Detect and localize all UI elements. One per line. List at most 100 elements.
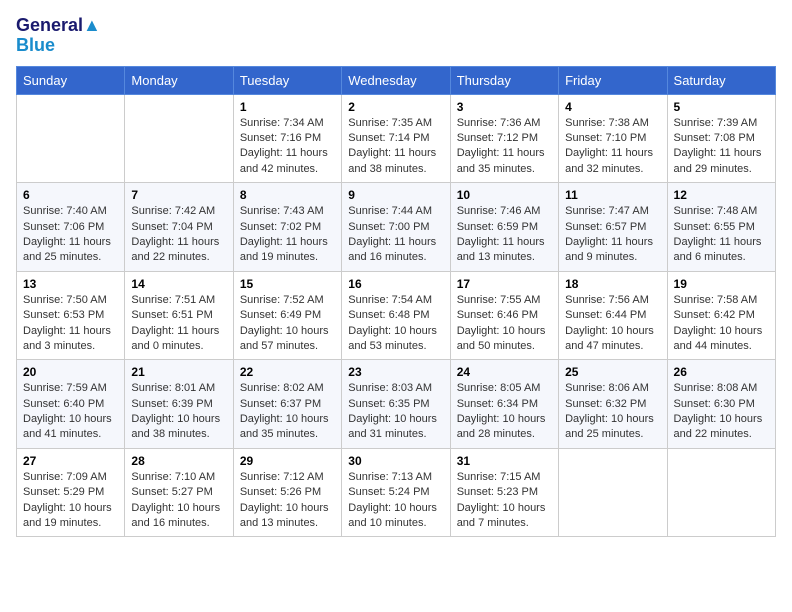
day-info: Sunrise: 7:54 AMSunset: 6:48 PMDaylight:… (348, 293, 443, 355)
calendar-cell: 16Sunrise: 7:54 AMSunset: 6:48 PMDayligh… (342, 271, 450, 360)
day-number: 21 (131, 365, 226, 379)
calendar-body: 1Sunrise: 7:34 AMSunset: 7:16 PMDaylight… (17, 94, 776, 537)
sunset-text: Sunset: 5:24 PM (348, 486, 429, 498)
day-info: Sunrise: 7:39 AMSunset: 7:08 PMDaylight:… (674, 116, 769, 178)
calendar-week-5: 27Sunrise: 7:09 AMSunset: 5:29 PMDayligh… (17, 448, 776, 537)
daylight-text: Daylight: 10 hours and 22 minutes. (674, 413, 763, 440)
sunrise-text: Sunrise: 7:09 AM (23, 471, 107, 483)
day-number: 6 (23, 188, 118, 202)
calendar-cell: 19Sunrise: 7:58 AMSunset: 6:42 PMDayligh… (667, 271, 775, 360)
sunrise-text: Sunrise: 7:50 AM (23, 294, 107, 306)
sunrise-text: Sunrise: 7:54 AM (348, 294, 432, 306)
calendar-week-3: 13Sunrise: 7:50 AMSunset: 6:53 PMDayligh… (17, 271, 776, 360)
sunrise-text: Sunrise: 7:15 AM (457, 471, 541, 483)
sunset-text: Sunset: 6:44 PM (565, 309, 646, 321)
sunrise-text: Sunrise: 7:47 AM (565, 205, 649, 217)
sunrise-text: Sunrise: 8:03 AM (348, 382, 432, 394)
day-number: 16 (348, 277, 443, 291)
day-info: Sunrise: 7:44 AMSunset: 7:00 PMDaylight:… (348, 204, 443, 266)
sunset-text: Sunset: 6:30 PM (674, 398, 755, 410)
day-info: Sunrise: 8:08 AMSunset: 6:30 PMDaylight:… (674, 381, 769, 443)
daylight-text: Daylight: 10 hours and 50 minutes. (457, 325, 546, 352)
day-number: 3 (457, 100, 552, 114)
calendar-cell: 14Sunrise: 7:51 AMSunset: 6:51 PMDayligh… (125, 271, 233, 360)
day-number: 19 (674, 277, 769, 291)
calendar-cell: 22 Sunrise: 8:02 AMSunset: 6:37 PMDayligh… (233, 360, 341, 449)
sunrise-text: Sunrise: 7:38 AM (565, 117, 649, 129)
sunset-text: Sunset: 6:51 PM (131, 309, 212, 321)
daylight-text: Daylight: 10 hours and 41 minutes. (23, 413, 112, 440)
day-info: Sunrise: 7:13 AMSunset: 5:24 PMDaylight:… (348, 470, 443, 532)
sunset-text: Sunset: 7:02 PM (240, 221, 321, 233)
weekday-header-row: SundayMondayTuesdayWednesdayThursdayFrid… (17, 66, 776, 94)
sunrise-text: Sunrise: 7:58 AM (674, 294, 758, 306)
sunset-text: Sunset: 7:06 PM (23, 221, 104, 233)
day-number: 9 (348, 188, 443, 202)
day-info: Sunrise: 7:55 AM Sunset: 6:46 PM Daylight:… (457, 293, 552, 355)
sunset-text: Sunset: 5:29 PM (23, 486, 104, 498)
sunrise-text: Sunrise: 7:43 AM (240, 205, 324, 217)
day-info: Sunrise: 8:01 AMSunset: 6:39 PMDaylight:… (131, 381, 226, 443)
calendar-cell: 8Sunrise: 7:43 AMSunset: 7:02 PMDaylight… (233, 183, 341, 272)
weekday-header-wednesday: Wednesday (342, 66, 450, 94)
day-number: 4 (565, 100, 660, 114)
day-number: 29 (240, 454, 335, 468)
sunset-text: Sunset: 7:10 PM (565, 132, 646, 144)
calendar-table: SundayMondayTuesdayWednesdayThursdayFrid… (16, 66, 776, 538)
sunset-text: Sunset: 6:57 PM (565, 221, 646, 233)
sunset-text: Sunset: 7:12 PM (457, 132, 538, 144)
day-info: Sunrise: 8:05 AMSunset: 6:34 PMDaylight:… (457, 381, 552, 443)
sunrise-text: Sunrise: 7:40 AM (23, 205, 107, 217)
calendar-cell: 9 Sunrise: 7:44 AMSunset: 7:00 PMDaylight… (342, 183, 450, 272)
sunrise-text: Sunrise: 7:55 AM (457, 294, 541, 306)
day-info: Sunrise: 8:02 AMSunset: 6:37 PMDaylight:… (240, 381, 335, 443)
sunset-text: Sunset: 6:59 PM (457, 221, 538, 233)
day-info: Sunrise: 7:52 AMSunset: 6:49 PMDaylight:… (240, 293, 335, 355)
sunset-text: Sunset: 6:46 PM (457, 309, 538, 321)
weekday-header-sunday: Sunday (17, 66, 125, 94)
calendar-cell: 15Sunrise: 7:52 AMSunset: 6:49 PMDayligh… (233, 271, 341, 360)
day-info: Sunrise: 8:03 AMSunset: 6:35 PMDaylight:… (348, 381, 443, 443)
day-info: Sunrise: 7:56 AMSunset: 6:44 PMDaylight:… (565, 293, 660, 355)
sunset-text: Sunset: 6:42 PM (674, 309, 755, 321)
sunrise-text: Sunrise: 7:34 AM (240, 117, 324, 129)
day-number: 5 (674, 100, 769, 114)
day-info: Sunrise: 7:43 AMSunset: 7:02 PMDaylight:… (240, 204, 335, 266)
daylight-text: Daylight: 11 hours and 35 minutes. (457, 147, 545, 174)
day-info: Sunrise: 7:35 AMSunset: 7:14 PMDaylight:… (348, 116, 443, 178)
sunrise-text: Sunrise: 7:48 AM (674, 205, 758, 217)
calendar-cell: 3Sunrise: 7:36 AMSunset: 7:12 PMDaylight… (450, 94, 558, 183)
calendar-cell: 20Sunrise: 7:59 AMSunset: 6:40 PMDayligh… (17, 360, 125, 449)
daylight-text: Daylight: 10 hours and 16 minutes. (131, 502, 220, 529)
sunrise-text: Sunrise: 7:12 AM (240, 471, 324, 483)
sunrise-text: Sunrise: 7:35 AM (348, 117, 432, 129)
daylight-text: Daylight: 11 hours and 3 minutes. (23, 325, 111, 352)
sunset-text: Sunset: 7:08 PM (674, 132, 755, 144)
daylight-text: Daylight: 10 hours and 57 minutes. (240, 325, 329, 352)
sunrise-text: Sunrise: 8:05 AM (457, 382, 541, 394)
day-number: 22 (240, 365, 335, 379)
day-number: 2 (348, 100, 443, 114)
daylight-text: Daylight: 10 hours and 35 minutes. (240, 413, 329, 440)
day-number: 20 (23, 365, 118, 379)
day-info: Sunrise: 8:06 AMSunset: 6:32 PMDaylight:… (565, 381, 660, 443)
sunset-text: Sunset: 6:40 PM (23, 398, 104, 410)
calendar-cell: 29Sunrise: 7:12 AMSunset: 5:26 PMDayligh… (233, 448, 341, 537)
daylight-text: Daylight: 11 hours and 32 minutes. (565, 147, 653, 174)
daylight-text: Daylight: 11 hours and 22 minutes. (131, 236, 219, 263)
daylight-text: Daylight: 10 hours and 28 minutes. (457, 413, 546, 440)
calendar-week-2: 6 Sunrise: 7:40 AM Sunset: 7:06 PM Daylight… (17, 183, 776, 272)
sunset-text: Sunset: 6:32 PM (565, 398, 646, 410)
day-number: 12 (674, 188, 769, 202)
daylight-text: Daylight: 11 hours and 38 minutes. (348, 147, 436, 174)
page-header: General▲ Blue (16, 16, 776, 56)
day-number: 8 (240, 188, 335, 202)
daylight-text: Daylight: 10 hours and 19 minutes. (23, 502, 112, 529)
sunset-text: Sunset: 6:48 PM (348, 309, 429, 321)
daylight-text: Daylight: 10 hours and 10 minutes. (348, 502, 437, 529)
day-number: 18 (565, 277, 660, 291)
daylight-text: Daylight: 11 hours and 0 minutes. (131, 325, 219, 352)
logo-subtext: Blue (16, 36, 101, 56)
calendar-cell: 27Sunrise: 7:09 AMSunset: 5:29 PMDayligh… (17, 448, 125, 537)
calendar-cell: 11Sunrise: 7:47 AMSunset: 6:57 PMDayligh… (559, 183, 667, 272)
